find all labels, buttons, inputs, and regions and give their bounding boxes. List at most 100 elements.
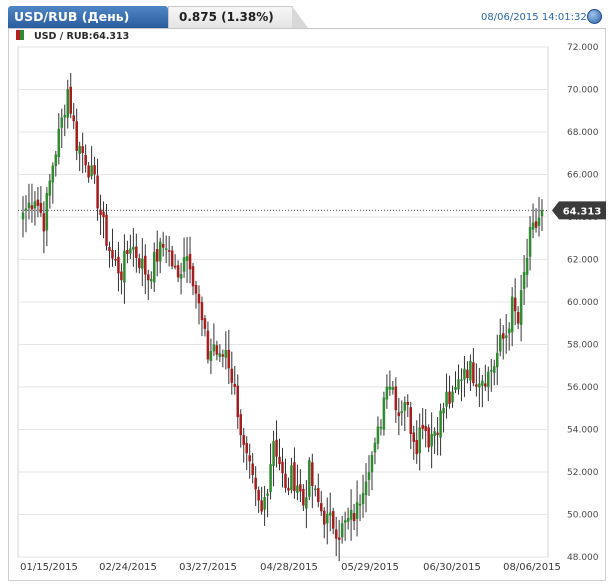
y-tick-label: 70.000	[567, 86, 599, 96]
candle-down	[236, 385, 240, 418]
candle-up	[376, 426, 380, 444]
candle-down	[281, 461, 284, 474]
candle-down	[69, 86, 72, 114]
candle-down	[215, 345, 219, 355]
candle-down	[475, 384, 478, 387]
candle-down	[331, 511, 335, 529]
candle-down	[242, 435, 245, 445]
candle-up	[391, 387, 395, 390]
candle-up	[418, 427, 421, 454]
candle-down	[299, 484, 302, 492]
candle-down	[206, 330, 210, 360]
candle-down	[337, 537, 341, 540]
candle-down	[155, 249, 159, 262]
x-tick-label: 06/30/2015	[423, 562, 481, 573]
candle-down	[117, 256, 120, 274]
candle-up	[478, 383, 481, 388]
candle-up	[132, 246, 135, 250]
candle-down	[516, 312, 520, 324]
candle-down	[251, 463, 254, 476]
candle-down	[39, 202, 43, 213]
x-tick-label: 01/15/2015	[20, 562, 78, 573]
y-tick-label: 56.000	[567, 383, 599, 393]
candle-down	[81, 146, 84, 154]
candle-down	[87, 165, 90, 178]
candle-down	[275, 439, 278, 457]
candle-up	[60, 117, 64, 128]
candle-up	[504, 335, 508, 338]
candle-up	[346, 517, 350, 522]
candle-down	[135, 246, 138, 259]
candlestick-chart[interactable]: 48.000 50.000 52.000 54.000 56.000 58.000 60.0…	[0, 0, 613, 585]
x-tick-label: 05/29/2015	[341, 562, 399, 573]
candle-up	[451, 391, 454, 403]
candle-up	[463, 368, 466, 380]
candle-down	[176, 265, 180, 278]
candle-down	[227, 349, 231, 369]
y-tick-label: 48.000	[567, 553, 599, 563]
candle-up	[308, 460, 311, 497]
candle-up	[403, 402, 407, 411]
candle-down	[448, 391, 451, 404]
candle-down	[173, 265, 177, 268]
candle-up	[66, 89, 69, 118]
candle-down	[230, 368, 234, 383]
candle-down	[105, 214, 108, 246]
y-tick-label: 60.000	[567, 298, 599, 308]
candle-up	[179, 274, 183, 279]
candle-up	[224, 349, 228, 358]
candle-up	[340, 523, 344, 538]
candle-down	[239, 414, 242, 436]
candle-down	[302, 488, 305, 506]
candle-up	[364, 481, 368, 495]
candle-up	[373, 442, 377, 453]
candle-down	[257, 489, 260, 501]
candle-down	[233, 383, 237, 387]
candle-down	[323, 510, 326, 525]
candle-down	[394, 386, 398, 411]
candle-up	[328, 512, 332, 516]
candle-up	[209, 351, 213, 362]
candle-down	[170, 250, 174, 267]
candle-up	[498, 334, 502, 352]
candle-up	[21, 212, 25, 220]
candle-up	[57, 128, 61, 158]
candle-down	[191, 266, 195, 287]
candle-down	[472, 362, 475, 384]
candle-down	[221, 354, 225, 357]
candle-up	[272, 441, 275, 466]
candle-up	[48, 180, 52, 196]
candle-down	[188, 253, 192, 270]
candle-down	[260, 500, 263, 512]
candle-up	[379, 426, 383, 429]
candle-up	[531, 222, 535, 230]
candle-up	[469, 360, 472, 381]
candle-up	[388, 386, 392, 390]
candle-down	[200, 302, 204, 321]
candle-up	[355, 502, 359, 519]
candle-up	[152, 252, 156, 283]
candle-up	[296, 485, 299, 493]
candle-up	[129, 248, 132, 254]
candle-down	[167, 250, 171, 252]
candle-up	[457, 379, 460, 390]
candle-down	[484, 383, 487, 387]
candle-down	[424, 425, 427, 431]
candle-down	[409, 407, 413, 434]
candle-down	[36, 199, 40, 206]
candle-down	[334, 529, 338, 539]
candle-up	[433, 431, 436, 437]
candle-up	[158, 241, 162, 262]
candle-up	[382, 397, 386, 430]
candle-up	[45, 193, 49, 231]
x-tick-label: 04/28/2015	[260, 562, 318, 573]
candle-down	[138, 258, 141, 268]
candle-up	[510, 296, 514, 333]
candle-down	[248, 455, 251, 462]
candle-down	[412, 432, 415, 442]
y-tick-label: 58.000	[567, 341, 599, 351]
candle-up	[493, 366, 496, 373]
candle-down	[84, 155, 87, 166]
candle-up	[343, 520, 347, 523]
candle-up	[507, 328, 511, 334]
